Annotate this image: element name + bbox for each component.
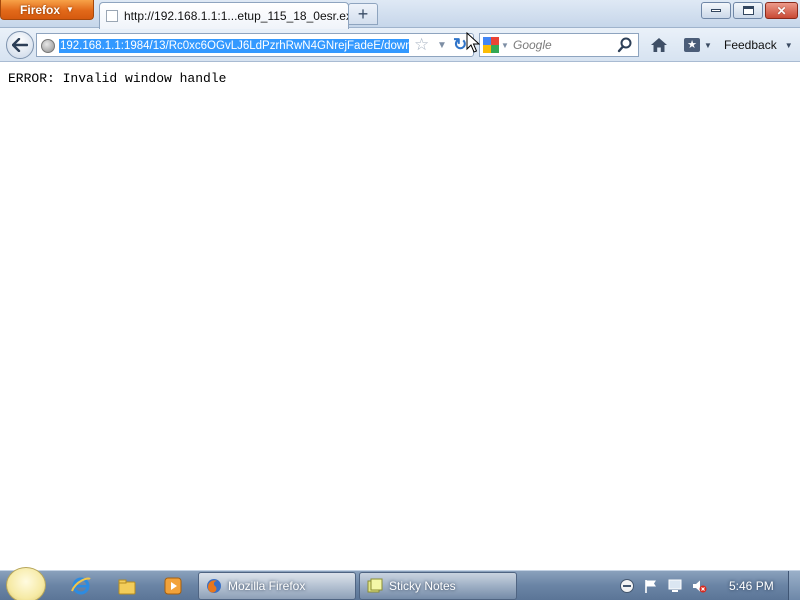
maximize-icon — [742, 6, 754, 15]
page-content: ERROR: Invalid window handle — [0, 63, 800, 570]
action-center-flag-icon[interactable] — [643, 578, 659, 594]
firefox-menu-button[interactable]: Firefox ▼ — [0, 0, 94, 20]
chevron-down-icon: ▼ — [784, 40, 793, 50]
taskbar-label: Mozilla Firefox — [228, 579, 306, 593]
close-icon: ✕ — [776, 3, 787, 18]
error-message: ERROR: Invalid window handle — [8, 71, 227, 86]
show-desktop-button[interactable] — [788, 571, 800, 600]
search-bar[interactable] — [509, 33, 639, 57]
firefox-menu-label: Firefox — [20, 2, 61, 17]
blank-page-icon — [106, 10, 118, 22]
globe-icon[interactable] — [41, 39, 55, 53]
taskbar-clock[interactable]: 5:46 PM — [729, 579, 774, 593]
back-button[interactable] — [6, 31, 34, 59]
search-input[interactable] — [513, 37, 613, 53]
taskbar-button-firefox[interactable]: Mozilla Firefox — [198, 572, 356, 600]
system-tray — [612, 571, 722, 600]
search-engine-selector[interactable]: ▼ — [479, 33, 509, 57]
feedback-button[interactable]: Feedback ▼ — [724, 36, 793, 54]
navigation-toolbar: 192.168.1.1:1984/13/Rc0xc6OGvLJ6LdPzrhRw… — [0, 28, 800, 62]
taskbar: Mozilla Firefox Sticky Notes 5:46 PM — [0, 567, 800, 600]
chevron-down-icon: ▼ — [704, 40, 712, 50]
new-tab-button[interactable]: + — [348, 3, 378, 25]
url-field[interactable]: 192.168.1.1:1984/13/Rc0xc6OGvLJ6LdPzrhRw… — [59, 39, 409, 53]
browser-tab[interactable]: http://192.168.1.1:1...etup_115_18_0esr.… — [99, 2, 349, 29]
start-button[interactable] — [6, 567, 46, 600]
taskbar-label: Sticky Notes — [389, 579, 456, 593]
feedback-label: Feedback — [724, 38, 777, 52]
network-icon[interactable] — [667, 578, 683, 594]
title-bar: Firefox ▼ http://192.168.1.1:1...etup_11… — [0, 0, 800, 29]
volume-muted-icon[interactable] — [691, 578, 707, 594]
url-history-dropdown-icon[interactable]: ▼ — [437, 40, 447, 51]
bookmarks-menu-button[interactable]: ★ ▼ — [684, 35, 720, 55]
star-icon[interactable]: ☆ — [414, 36, 429, 54]
taskbar-button-sticky-notes[interactable]: Sticky Notes — [359, 572, 517, 600]
mouse-cursor-icon — [466, 32, 480, 53]
sticky-notes-icon — [367, 578, 383, 593]
magnifier-icon[interactable] — [617, 36, 633, 54]
back-arrow-icon — [12, 38, 28, 52]
url-bar[interactable]: 192.168.1.1:1984/13/Rc0xc6OGvLJ6LdPzrhRw… — [36, 33, 474, 57]
language-icon[interactable] — [619, 578, 635, 594]
minimize-button[interactable] — [701, 2, 731, 19]
tab-title: http://192.168.1.1:1...etup_115_18_0esr.… — [124, 9, 348, 23]
chevron-down-icon: ▼ — [66, 5, 74, 14]
home-icon[interactable] — [648, 34, 670, 56]
minimize-icon — [711, 9, 721, 12]
google-icon — [483, 37, 499, 53]
firefox-icon — [207, 579, 221, 593]
maximize-button[interactable] — [733, 2, 763, 19]
chevron-down-icon: ▼ — [501, 40, 509, 50]
internet-explorer-icon[interactable] — [70, 575, 92, 597]
windows-explorer-icon[interactable] — [116, 575, 138, 597]
close-button[interactable]: ✕ — [765, 2, 798, 19]
media-player-icon[interactable] — [162, 575, 184, 597]
bookmarks-icon: ★ — [684, 38, 700, 52]
